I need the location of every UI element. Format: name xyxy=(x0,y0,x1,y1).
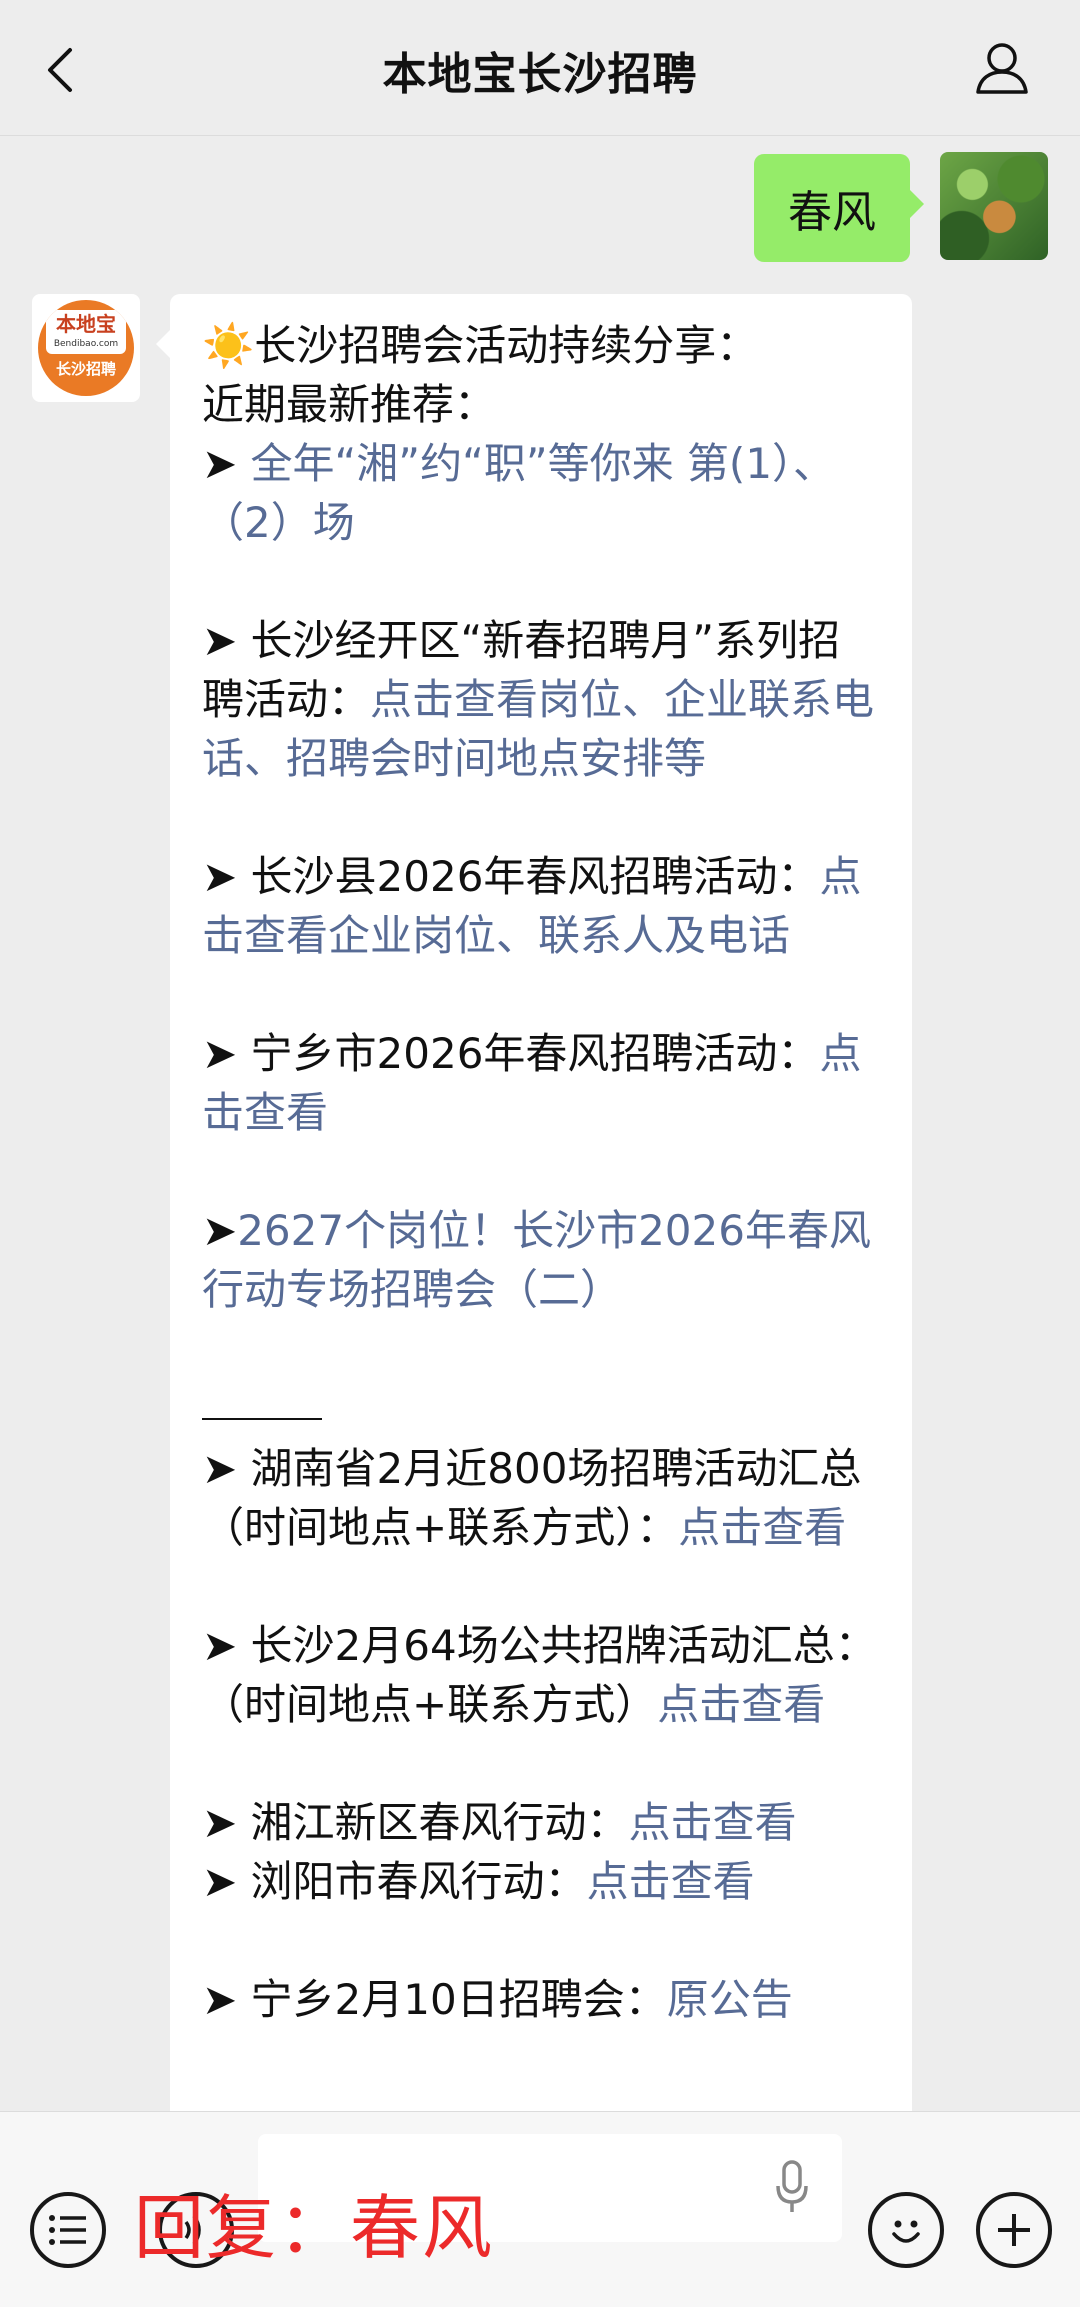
item-text: 湘江新区春风行动： xyxy=(250,1798,629,1847)
bot-avatar[interactable]: 本地宝 Bendibao.com 长沙招聘 xyxy=(32,294,140,402)
reply-hint-text: 回复：春风 xyxy=(134,2187,494,2269)
arrow-icon: ➤ xyxy=(202,1029,251,1078)
item-link[interactable]: 2627个岗位！长沙市2026年春风行动专场招聘会（二） xyxy=(202,1206,871,1314)
sun-icon: ☀️ xyxy=(202,321,255,370)
list-item: ➤ 宁乡2月10日招聘会：原公告 xyxy=(202,1970,882,2029)
arrow-icon: ➤ xyxy=(202,1621,251,1670)
logo-sub-text: Bendibao.com xyxy=(53,339,119,349)
bot-message-bubble: ☀️长沙招聘会活动持续分享： 近期最新推荐： ➤ 全年“湘”约“职”等你来 第(… xyxy=(156,294,912,2111)
intro-text: 长沙招聘会活动持续分享： xyxy=(254,321,759,370)
chat-area[interactable]: 春风 本地宝 Bendibao.com 长沙招聘 ☀️长沙招聘会活动持续分享： … xyxy=(0,136,1080,2111)
list-item: ➤ 全年“湘”约“职”等你来 第(1）、（2）场 xyxy=(202,434,882,552)
bottom-input-bar: 回复：春风 xyxy=(0,2111,1080,2307)
list-item: ➤ 长沙2月64场公共招牌活动汇总：（时间地点+联系方式）点击查看 xyxy=(202,1616,882,1734)
arrow-icon: ➤ xyxy=(202,1857,251,1906)
item-text: 长沙县2026年春风招聘活动： xyxy=(250,852,820,901)
microphone-icon[interactable] xyxy=(772,2158,812,2218)
top-nav-bar: 本地宝长沙招聘 xyxy=(0,0,1080,136)
arrow-icon: ➤ xyxy=(202,439,251,488)
arrow-icon: ➤ xyxy=(202,616,251,665)
logo-main-text: 本地宝 xyxy=(56,312,116,336)
item-link[interactable]: 点击查看 xyxy=(678,1503,846,1552)
back-icon[interactable] xyxy=(36,38,84,102)
arrow-icon: ➤ xyxy=(202,1206,238,1255)
item-link[interactable]: 全年“湘”约“职”等你来 第(1）、（2）场 xyxy=(202,439,835,547)
item-text: 宁乡市2026年春风招聘活动： xyxy=(250,1029,820,1078)
item-link[interactable]: 点击查看 xyxy=(587,1857,755,1906)
item-text: 浏阳市春风行动： xyxy=(250,1857,587,1906)
add-icon[interactable] xyxy=(976,2192,1052,2268)
arrow-icon: ➤ xyxy=(202,1444,251,1493)
list-item: ➤ 湖南省2月近800场招聘活动汇总（时间地点+联系方式）：点击查看 xyxy=(202,1439,882,1557)
recommend-label: 近期最新推荐： xyxy=(202,380,497,429)
list-item: ➤2627个岗位！长沙市2026年春风行动专场招聘会（二） xyxy=(202,1201,882,1319)
divider xyxy=(202,1378,322,1420)
bendibao-logo: 本地宝 Bendibao.com 长沙招聘 xyxy=(38,300,134,396)
arrow-icon: ➤ xyxy=(202,852,251,901)
item-text: 宁乡2月10日招聘会： xyxy=(250,1975,667,2024)
item-link[interactable]: 原公告 xyxy=(667,1975,793,2024)
list-item: ➤ 浏阳市春风行动：点击查看 xyxy=(202,1852,882,1911)
chat-title: 本地宝长沙招聘 xyxy=(382,49,698,100)
list-item: ➤ 湘江新区春风行动：点击查看 xyxy=(202,1793,882,1852)
my-message-text: 春风 xyxy=(788,187,876,238)
list-item: ➤ 宁乡市2026年春风招聘活动：点击查看 xyxy=(202,1024,882,1142)
arrow-icon: ➤ xyxy=(202,1798,251,1847)
item-link[interactable]: 点击查看 xyxy=(657,1680,825,1729)
list-item: ➤ 长沙经开区“新春招聘月”系列招聘活动：点击查看岗位、企业联系电话、招聘会时间… xyxy=(202,611,882,788)
list-item: ➤ 长沙县2026年春风招聘活动：点击查看企业岗位、联系人及电话 xyxy=(202,847,882,965)
emoji-icon[interactable] xyxy=(868,2192,944,2268)
logo-foot-text: 长沙招聘 xyxy=(55,360,116,378)
intro-line: ☀️长沙招聘会活动持续分享： xyxy=(202,316,882,375)
item-link[interactable]: 点击查看 xyxy=(629,1798,797,1847)
arrow-icon: ➤ xyxy=(202,1975,251,2024)
menu-list-icon[interactable] xyxy=(30,2192,106,2268)
profile-icon[interactable] xyxy=(972,36,1032,100)
my-message-bubble[interactable]: 春风 xyxy=(754,154,924,262)
my-avatar[interactable] xyxy=(940,152,1048,260)
